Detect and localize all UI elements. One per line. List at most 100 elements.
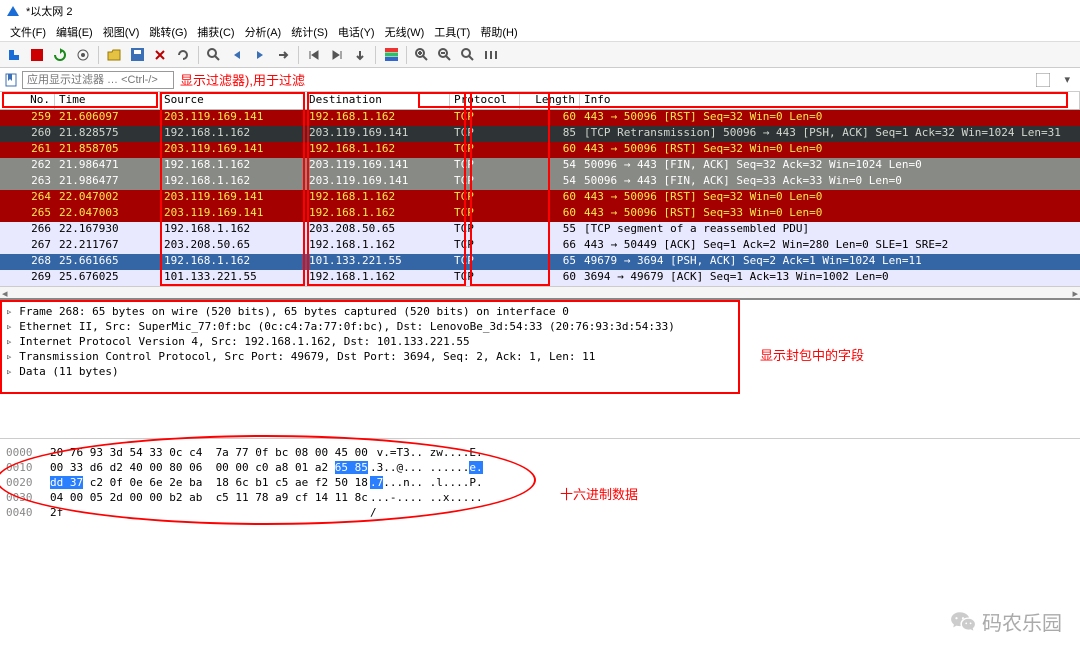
packet-row[interactable]: 26722.211767203.208.50.65192.168.1.162TC…	[0, 238, 1080, 254]
toolbar-find[interactable]	[204, 45, 224, 65]
packet-row[interactable]: 26321.986477192.168.1.162203.119.169.141…	[0, 174, 1080, 190]
dropdown-icon[interactable]: ▾	[1064, 73, 1070, 86]
packet-bytes-pane[interactable]: 000020 76 93 3d 54 33 0c c4 7a 77 0f bc …	[0, 438, 1080, 548]
toolbar-zoom-in[interactable]	[412, 45, 432, 65]
cell-no: 260	[0, 126, 55, 142]
col-proto[interactable]: Protocol	[450, 92, 520, 109]
toolbar-zoom-out[interactable]	[435, 45, 455, 65]
hex-offset: 0020	[6, 475, 50, 490]
display-filter-input[interactable]	[22, 71, 174, 89]
toolbar-restart-capture[interactable]	[50, 45, 70, 65]
cell-src: 192.168.1.162	[160, 126, 305, 142]
col-info[interactable]: Info	[580, 92, 1080, 109]
menu-bar: 文件(F)编辑(E)视图(V)跳转(G)捕获(C)分析(A)统计(S)电话(Y)…	[0, 22, 1080, 42]
packet-row[interactable]: 26121.858705203.119.169.141192.168.1.162…	[0, 142, 1080, 158]
cell-len: 60	[520, 110, 580, 126]
packet-row[interactable]: 26522.047003203.119.169.141192.168.1.162…	[0, 206, 1080, 222]
cell-dst: 192.168.1.162	[305, 110, 450, 126]
packet-row[interactable]: 26021.828575192.168.1.162203.119.169.141…	[0, 126, 1080, 142]
toolbar-reload[interactable]	[173, 45, 193, 65]
toolbar-autoscroll[interactable]	[350, 45, 370, 65]
bookmark-icon[interactable]	[4, 73, 18, 87]
col-time[interactable]: Time	[55, 92, 160, 109]
toolbar-resize-cols[interactable]	[481, 45, 501, 65]
toolbar-goto[interactable]	[273, 45, 293, 65]
packet-row[interactable]: 26422.047002203.119.169.141192.168.1.162…	[0, 190, 1080, 206]
toolbar-zoom-reset[interactable]	[458, 45, 478, 65]
cell-no: 266	[0, 222, 55, 238]
cell-proto: TCP	[450, 190, 520, 206]
cell-proto: TCP	[450, 110, 520, 126]
packet-row[interactable]: 26825.661665192.168.1.162101.133.221.55T…	[0, 254, 1080, 270]
packet-details-pane[interactable]: Frame 268: 65 bytes on wire (520 bits), …	[0, 298, 1080, 408]
cell-info: [TCP Retransmission] 50096 → 443 [PSH, A…	[580, 126, 1080, 142]
col-source[interactable]: Source	[160, 92, 305, 109]
toolbar-close[interactable]	[150, 45, 170, 65]
hex-bytes: 2f	[50, 505, 370, 520]
menu-1[interactable]: 编辑(E)	[52, 23, 97, 41]
toolbar-colorize[interactable]	[381, 45, 401, 65]
menu-7[interactable]: 电话(Y)	[334, 23, 379, 41]
menu-8[interactable]: 无线(W)	[381, 23, 429, 41]
menu-0[interactable]: 文件(F)	[6, 23, 50, 41]
cell-no: 269	[0, 270, 55, 286]
cell-info: 443 → 50096 [RST] Seq=33 Win=0 Len=0	[580, 206, 1080, 222]
packet-row[interactable]: 25921.606097203.119.169.141192.168.1.162…	[0, 110, 1080, 126]
toolbar-start-capture[interactable]	[4, 45, 24, 65]
toolbar-save[interactable]	[127, 45, 147, 65]
filter-bar: 显示过滤器),用于过滤 ▾	[0, 68, 1080, 92]
hex-row[interactable]: 0020dd 37 c2 0f 0e 6e 2e ba 18 6c b1 c5 …	[6, 475, 1074, 490]
col-length[interactable]: Length	[520, 92, 580, 109]
toolbar-open[interactable]	[104, 45, 124, 65]
packet-row[interactable]: 26622.167930192.168.1.162203.208.50.65TC…	[0, 222, 1080, 238]
cell-src: 192.168.1.162	[160, 158, 305, 174]
cell-info: [TCP segment of a reassembled PDU]	[580, 222, 1080, 238]
menu-6[interactable]: 统计(S)	[287, 23, 332, 41]
cell-src: 192.168.1.162	[160, 174, 305, 190]
detail-line[interactable]: Data (11 bytes)	[6, 364, 1076, 379]
cell-len: 60	[520, 190, 580, 206]
toolbar-options[interactable]	[73, 45, 93, 65]
hex-row[interactable]: 00402f/	[6, 505, 1074, 520]
cell-len: 54	[520, 174, 580, 190]
detail-line[interactable]: Ethernet II, Src: SuperMic_77:0f:bc (0c:…	[6, 319, 1076, 334]
wechat-icon	[950, 609, 976, 635]
packet-list-scrollbar[interactable]: ◂ ▸	[0, 286, 1080, 298]
toolbar-last[interactable]	[327, 45, 347, 65]
cell-proto: TCP	[450, 142, 520, 158]
cell-info: 49679 → 3694 [PSH, ACK] Seq=2 Ack=1 Win=…	[580, 254, 1080, 270]
hex-ascii: /	[370, 505, 520, 520]
cell-info: 443 → 50096 [RST] Seq=32 Win=0 Len=0	[580, 110, 1080, 126]
hex-row[interactable]: 000020 76 93 3d 54 33 0c c4 7a 77 0f bc …	[6, 445, 1074, 460]
toolbar-prev[interactable]	[227, 45, 247, 65]
detail-line[interactable]: Internet Protocol Version 4, Src: 192.16…	[6, 334, 1076, 349]
detail-line[interactable]: Transmission Control Protocol, Src Port:…	[6, 349, 1076, 364]
cell-dst: 192.168.1.162	[305, 142, 450, 158]
hex-offset: 0000	[6, 445, 50, 460]
menu-5[interactable]: 分析(A)	[241, 23, 286, 41]
watermark-text: 码农乐园	[982, 607, 1062, 636]
cell-src: 203.119.169.141	[160, 190, 305, 206]
packet-list-header[interactable]: No. Time Source Destination Protocol Len…	[0, 92, 1080, 110]
detail-line[interactable]: Frame 268: 65 bytes on wire (520 bits), …	[6, 304, 1076, 319]
toolbar-next[interactable]	[250, 45, 270, 65]
hex-row[interactable]: 001000 33 d6 d2 40 00 80 06 00 00 c0 a8 …	[6, 460, 1074, 475]
cell-time: 25.676025	[55, 270, 160, 286]
expression-icon[interactable]	[1036, 73, 1050, 87]
menu-3[interactable]: 跳转(G)	[145, 23, 191, 41]
cell-dst: 203.119.169.141	[305, 174, 450, 190]
cell-info: 50096 → 443 [FIN, ACK] Seq=33 Ack=33 Win…	[580, 174, 1080, 190]
packet-row[interactable]: 26221.986471192.168.1.162203.119.169.141…	[0, 158, 1080, 174]
menu-9[interactable]: 工具(T)	[430, 23, 474, 41]
cell-len: 54	[520, 158, 580, 174]
col-no[interactable]: No.	[0, 92, 55, 109]
toolbar-first[interactable]	[304, 45, 324, 65]
hex-row[interactable]: 003004 00 05 2d 00 00 b2 ab c5 11 78 a9 …	[6, 490, 1074, 505]
menu-2[interactable]: 视图(V)	[99, 23, 144, 41]
menu-4[interactable]: 捕获(C)	[193, 23, 238, 41]
toolbar-stop-capture[interactable]	[27, 45, 47, 65]
packet-row[interactable]: 26925.676025101.133.221.55192.168.1.162T…	[0, 270, 1080, 286]
col-dest[interactable]: Destination	[305, 92, 450, 109]
cell-info: 50096 → 443 [FIN, ACK] Seq=32 Ack=32 Win…	[580, 158, 1080, 174]
menu-10[interactable]: 帮助(H)	[476, 23, 521, 41]
